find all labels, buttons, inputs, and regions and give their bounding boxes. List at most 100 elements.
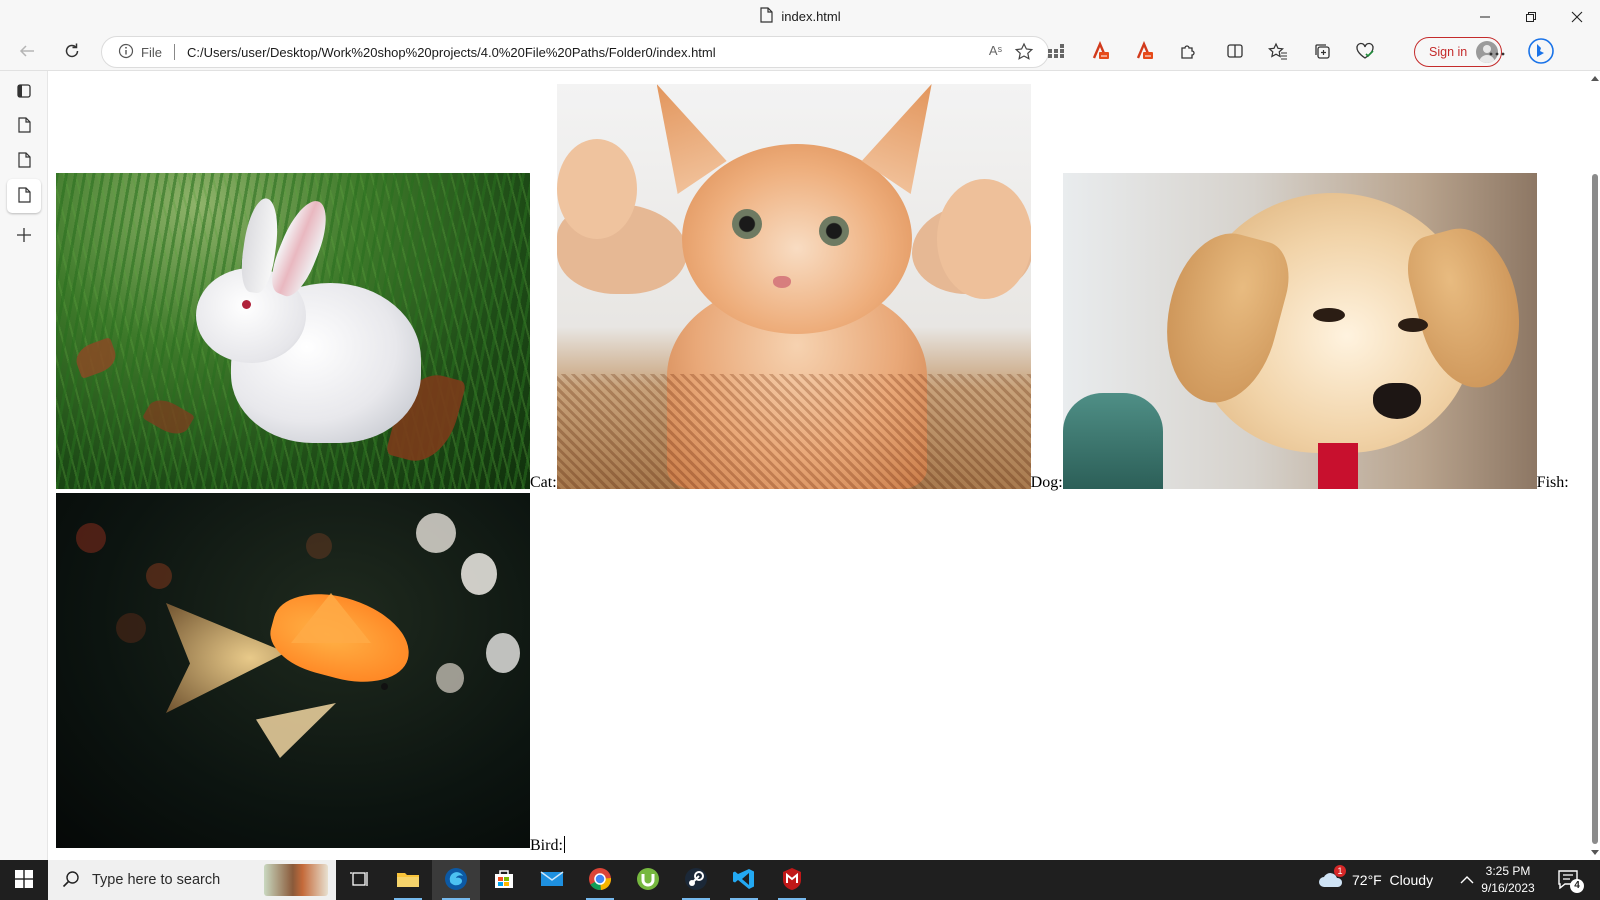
search-placeholder: Type here to search	[92, 872, 221, 888]
image-row-1: Cat: Dog: Fish:	[56, 84, 1576, 491]
steam-icon	[684, 867, 708, 894]
extension-pdf2-button[interactable]	[1129, 37, 1159, 67]
tab-actions-icon	[16, 83, 32, 102]
chrome-button[interactable]	[576, 860, 624, 900]
file-icon	[759, 7, 773, 26]
favorites-star-icon	[1268, 42, 1288, 63]
split-screen-button[interactable]	[1220, 37, 1250, 67]
chrome-icon	[588, 867, 612, 894]
vertical-tab-1[interactable]	[7, 109, 41, 143]
edge-taskbar-button[interactable]	[432, 860, 480, 900]
bird-label: Bird:	[530, 836, 565, 854]
task-view-icon	[350, 870, 370, 891]
dog-image	[1062, 173, 1537, 489]
split-screen-icon	[1226, 42, 1244, 63]
refresh-button[interactable]	[57, 37, 87, 67]
favorite-star-icon[interactable]	[1014, 42, 1034, 65]
clock-date: 9/16/2023	[1481, 881, 1535, 895]
collections-button[interactable]	[1307, 37, 1337, 67]
steam-button[interactable]	[672, 860, 720, 900]
notification-icon: 4	[1557, 869, 1584, 893]
info-icon[interactable]	[118, 43, 134, 62]
utorrent-icon	[636, 867, 660, 894]
mcafee-button[interactable]	[768, 860, 816, 900]
file-explorer-button[interactable]	[384, 860, 432, 900]
image-row-2: Bird:	[56, 493, 1576, 854]
mail-button[interactable]	[528, 860, 576, 900]
restore-button[interactable]	[1508, 0, 1554, 33]
refresh-icon	[63, 42, 81, 63]
read-aloud-icon[interactable]: Aˢ	[989, 43, 1002, 58]
settings-more-button[interactable]	[1482, 37, 1512, 67]
utorrent-button[interactable]	[624, 860, 672, 900]
puzzle-icon	[1179, 42, 1197, 63]
folder-icon	[396, 869, 420, 892]
search-highlight-image	[264, 864, 328, 896]
url-text[interactable]: C:/Users/user/Desktop/Work%20shop%20proj…	[187, 45, 716, 60]
back-button[interactable]	[12, 37, 42, 67]
apps-grid-icon	[1047, 43, 1065, 62]
mcafee-shield-icon	[781, 867, 803, 894]
pdf-extension-icon	[1134, 40, 1154, 64]
vertical-tab-active[interactable]	[7, 179, 41, 213]
page-body: Cat: Dog: Fish: Bird:	[56, 84, 1576, 854]
clock-time: 3:25 PM	[1485, 864, 1531, 878]
fish-label: Fish:	[1536, 474, 1569, 491]
windows-logo-icon	[15, 869, 33, 891]
plus-icon	[16, 227, 32, 246]
pdf-extension-icon	[1090, 40, 1110, 64]
cloud-icon: 1	[1318, 865, 1346, 890]
weather-text: 72°F Cloudy	[1352, 872, 1434, 888]
tab-actions-button[interactable]	[7, 75, 41, 109]
scroll-thumb[interactable]	[1592, 174, 1598, 844]
weather-widget[interactable]: 1 72°F Cloudy	[1318, 860, 1433, 900]
extensions-button[interactable]	[1173, 37, 1203, 67]
mail-icon	[540, 870, 564, 891]
bird-label-text: Bird:	[530, 837, 563, 854]
minimize-button[interactable]	[1462, 0, 1508, 33]
file-icon	[17, 116, 31, 136]
apps-button[interactable]	[1041, 37, 1071, 67]
scheme-label: File	[141, 44, 162, 60]
scroll-down-arrow[interactable]	[1591, 850, 1599, 855]
window-title: index.html	[759, 7, 841, 26]
new-tab-button[interactable]	[7, 219, 41, 253]
vertical-tabs-sidebar	[0, 71, 48, 860]
vscode-button[interactable]	[720, 860, 768, 900]
notification-center-button[interactable]: 4	[1557, 860, 1584, 900]
favorites-button[interactable]	[1263, 37, 1293, 67]
bing-icon	[1528, 37, 1554, 67]
cat-label: Cat:	[530, 474, 557, 491]
vscode-icon	[732, 867, 756, 894]
store-icon	[493, 868, 515, 893]
task-view-button[interactable]	[336, 860, 384, 900]
start-button[interactable]	[0, 860, 48, 900]
page-scrollbar[interactable]	[1590, 71, 1600, 860]
extension-pdf-button[interactable]	[1085, 37, 1115, 67]
search-icon	[62, 870, 80, 891]
address-separator	[173, 44, 175, 60]
taskbar-clock[interactable]: 3:25 PM 9/16/2023	[1466, 863, 1550, 897]
microsoft-store-button[interactable]	[480, 860, 528, 900]
windows-taskbar: Type here to search 1 72°F Cloudy 3:25 P…	[0, 860, 1600, 900]
bing-copilot-button[interactable]	[1526, 37, 1556, 67]
browser-essentials-button[interactable]	[1350, 37, 1380, 67]
dog-label: Dog:	[1030, 474, 1063, 491]
file-icon	[17, 151, 31, 171]
title-bar: index.html	[0, 0, 1600, 33]
address-bar[interactable]: File C:/Users/user/Desktop/Work%20shop%2…	[101, 36, 1049, 68]
taskbar-search-box[interactable]: Type here to search	[48, 860, 336, 900]
collections-icon	[1313, 42, 1331, 63]
weather-alert-badge: 1	[1334, 865, 1346, 877]
tab-title: index.html	[781, 9, 841, 24]
fish-image	[56, 493, 530, 848]
text-caret	[563, 836, 565, 853]
rabbit-image	[56, 173, 530, 489]
close-button[interactable]	[1554, 0, 1600, 33]
file-icon	[17, 186, 31, 206]
scroll-up-arrow[interactable]	[1591, 76, 1599, 81]
vertical-tab-2[interactable]	[7, 144, 41, 178]
heart-pulse-icon	[1355, 42, 1375, 63]
more-dots-icon	[1488, 45, 1506, 60]
edge-icon	[444, 867, 468, 894]
